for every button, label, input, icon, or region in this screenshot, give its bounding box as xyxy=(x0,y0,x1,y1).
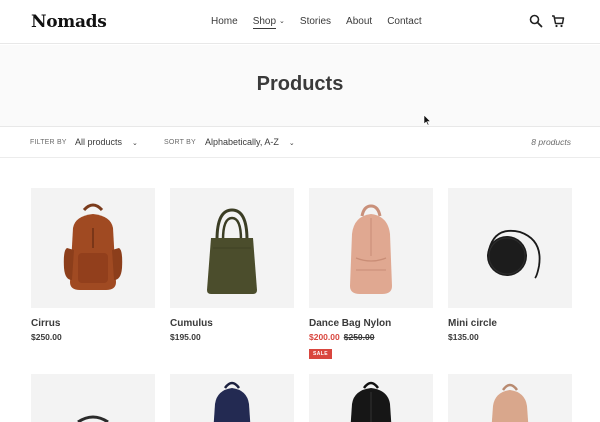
pink-backpack-image[interactable] xyxy=(309,188,433,308)
site-logo[interactable]: Nomads xyxy=(31,12,107,32)
product-card-dance-bag-nylon[interactable]: Dance Bag Nylon $200.00 $250.00 SALE xyxy=(309,188,433,360)
nav-item-about[interactable]: About xyxy=(346,16,372,27)
product-card-row2-4[interactable] xyxy=(448,374,572,422)
nav-label: Contact xyxy=(387,16,422,27)
search-icon[interactable] xyxy=(529,14,543,28)
nav-item-stories[interactable]: Stories xyxy=(300,16,331,27)
filter-bar: FILTER BY All products ⌄ SORT BY Alphabet… xyxy=(0,128,600,158)
nav-item-contact[interactable]: Contact xyxy=(387,16,421,27)
product-card-cirrus[interactable]: Cirrus $250.00 xyxy=(31,188,155,342)
chevron-down-icon: ⌄ xyxy=(288,140,295,147)
sort-by-label: SORT BY xyxy=(164,139,196,146)
sort-select-value: Alphabetically, A-Z xyxy=(205,137,279,147)
product-card-cumulus[interactable]: Cumulus $195.00 xyxy=(170,188,294,342)
product-price: $135.00 xyxy=(448,332,479,342)
sort-select[interactable]: Alphabetically, A-Z ⌄ xyxy=(205,137,295,147)
product-name[interactable]: Dance Bag Nylon xyxy=(309,318,433,329)
product-card-mini-circle[interactable]: Mini circle $135.00 xyxy=(448,188,572,342)
chevron-down-icon: ⌄ xyxy=(279,18,285,25)
filter-by-label: FILTER BY xyxy=(30,139,67,146)
nav-item-shop[interactable]: Shop ⌄ xyxy=(252,16,285,29)
nav-label: About xyxy=(346,16,373,27)
product-name[interactable]: Mini circle xyxy=(448,318,572,329)
black-backpack-image[interactable] xyxy=(309,374,433,422)
product-name[interactable]: Cumulus xyxy=(170,318,294,329)
main-nav: Home Shop ⌄ Stories About Contact xyxy=(211,16,437,29)
product-price: $250.00 xyxy=(31,332,62,342)
sale-price: $200.00 xyxy=(309,332,340,342)
product-card-row2-1[interactable] xyxy=(31,374,155,422)
nav-label: Shop xyxy=(252,16,277,29)
nav-item-home[interactable]: Home xyxy=(211,16,238,27)
collection-hero: Products xyxy=(0,45,600,127)
site-header: Nomads Home Shop ⌄ Stories About Contact xyxy=(0,0,600,44)
nav-label: Stories xyxy=(299,16,332,27)
product-price: $200.00 $250.00 xyxy=(309,332,433,342)
product-card-row2-3[interactable] xyxy=(309,374,433,422)
compare-at-price: $250.00 xyxy=(343,332,375,342)
navy-backpack-image[interactable] xyxy=(170,374,294,422)
product-image[interactable] xyxy=(31,374,155,422)
filter-select-value: All products xyxy=(75,137,123,147)
nav-label: Home xyxy=(211,16,238,27)
sale-badge: SALE xyxy=(309,349,332,359)
product-count: 8 products xyxy=(531,137,571,147)
page-title: Products xyxy=(256,73,344,95)
filter-select[interactable]: All products ⌄ xyxy=(75,137,138,147)
chevron-down-icon: ⌄ xyxy=(132,140,138,147)
cart-icon[interactable] xyxy=(551,14,565,28)
product-card-row2-2[interactable] xyxy=(170,374,294,422)
tan-backpack-image[interactable] xyxy=(448,374,572,422)
mouse-cursor-icon xyxy=(423,114,432,126)
black-circle-bag-image[interactable] xyxy=(448,188,572,308)
product-price: $195.00 xyxy=(170,332,201,342)
product-name[interactable]: Cirrus xyxy=(31,318,155,329)
olive-tote-bag-image[interactable] xyxy=(170,188,294,308)
brown-backpack-image[interactable] xyxy=(31,188,155,308)
